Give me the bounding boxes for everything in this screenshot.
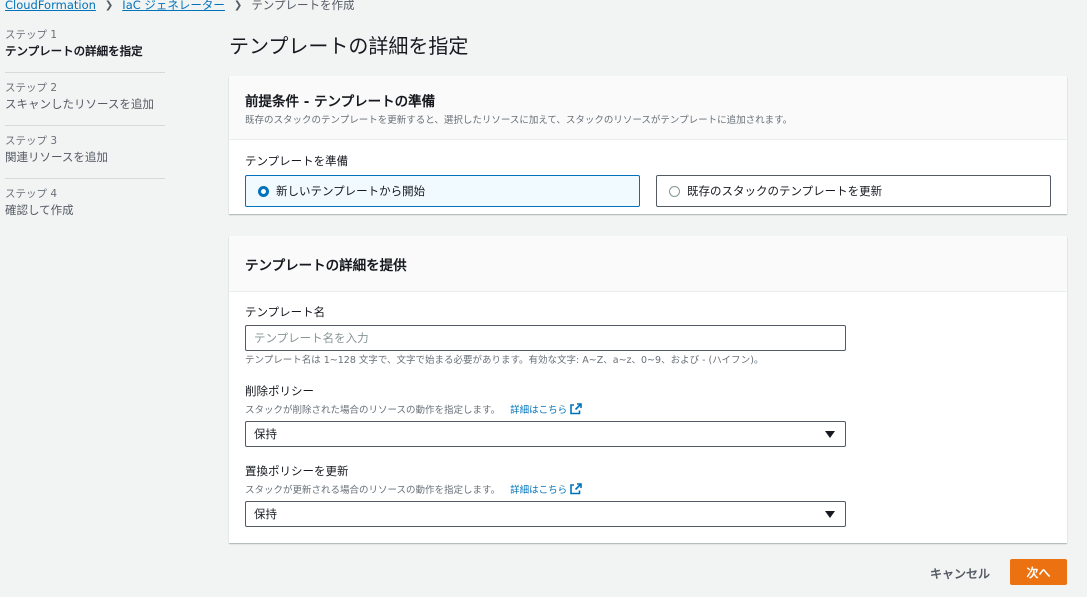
update-replace-policy-label: 置換ポリシーを更新 — [245, 464, 349, 478]
prerequisite-panel: 前提条件 - テンプレートの準備 既存のスタックのテンプレートを更新すると、選択… — [229, 76, 1067, 214]
chevron-right-icon: ❯ — [233, 0, 243, 11]
step-number: ステップ 4 — [5, 188, 58, 200]
template-details-panel: テンプレートの詳細を提供 テンプレート名 テンプレート名は 1~128 文字で、… — [229, 236, 1067, 543]
option-new-template[interactable]: 新しいテンプレートから開始 — [245, 175, 640, 207]
option-update-existing-stack[interactable]: 既存のスタックのテンプレートを更新 — [656, 175, 1051, 207]
step-number: ステップ 2 — [5, 82, 58, 94]
update-replace-policy-select[interactable]: 保持 — [245, 501, 846, 527]
step-1: ステップ 1 テンプレートの詳細を指定 — [5, 28, 165, 73]
chevron-right-icon: ❯ — [104, 0, 114, 11]
step-2: ステップ 2 スキャンしたリソースを追加 — [5, 81, 165, 126]
prepare-template-options: 新しいテンプレートから開始 既存のスタックのテンプレートを更新 — [245, 175, 1051, 207]
external-link-icon — [570, 483, 582, 495]
breadcrumb-cloudformation[interactable]: CloudFormation — [5, 0, 96, 12]
deletion-policy-learn-more-link[interactable]: 詳細はこちら — [510, 402, 582, 416]
step-3: ステップ 3 関連リソースを追加 — [5, 134, 165, 179]
template-name-input[interactable] — [245, 325, 846, 351]
panel-header: テンプレートの詳細を提供 — [229, 236, 1067, 292]
deletion-policy-select[interactable]: 保持 — [245, 421, 846, 447]
step-4: ステップ 4 確認して作成 — [5, 187, 165, 231]
caret-down-icon — [825, 430, 835, 438]
radio-selected-icon[interactable] — [258, 185, 269, 197]
panel-description: 既存のスタックのテンプレートを更新すると、選択したリソースに加えて、スタックのリ… — [245, 115, 793, 126]
panel-header: 前提条件 - テンプレートの準備 既存のスタックのテンプレートを更新すると、選択… — [229, 76, 1067, 140]
deletion-policy-label: 削除ポリシー — [245, 384, 314, 398]
option-label: 新しいテンプレートから開始 — [276, 184, 426, 198]
step-number: ステップ 1 — [5, 29, 58, 41]
select-value: 保持 — [254, 507, 277, 521]
cancel-button[interactable]: キャンセル — [916, 561, 1004, 585]
page-title: テンプレートの詳細を指定 — [229, 34, 469, 58]
template-name-label: テンプレート名 — [245, 305, 326, 319]
learn-more-text: 詳細はこちら — [510, 485, 568, 496]
step-title: 確認して作成 — [5, 203, 74, 217]
learn-more-text: 詳細はこちら — [510, 405, 568, 416]
prepare-template-label: テンプレートを準備 — [245, 154, 349, 168]
caret-down-icon — [825, 510, 835, 518]
step-title: テンプレートの詳細を指定 — [5, 44, 143, 58]
panel-title: 前提条件 - テンプレートの準備 — [245, 94, 436, 110]
step-title: 関連リソースを追加 — [5, 150, 108, 164]
select-value: 保持 — [254, 427, 277, 441]
next-button[interactable]: 次へ — [1010, 559, 1067, 585]
update-replace-learn-more-link[interactable]: 詳細はこちら — [510, 482, 582, 496]
external-link-icon — [570, 403, 582, 415]
breadcrumb-current: テンプレートを作成 — [251, 0, 355, 12]
template-name-hint: テンプレート名は 1~128 文字で、文字で始まる必要があります。有効な文字: … — [245, 355, 764, 366]
breadcrumb: CloudFormation ❯ IaC ジェネレーター ❯ テンプレートを作成 — [5, 0, 354, 14]
update-replace-desc-text: スタックが更新される場合のリソースの動作を指定します。 — [245, 485, 501, 496]
step-number: ステップ 3 — [5, 135, 58, 147]
panel-title: テンプレートの詳細を提供 — [245, 258, 407, 274]
deletion-policy-desc-text: スタックが削除された場合のリソースの動作を指定します。 — [245, 405, 501, 416]
update-replace-policy-description: スタックが更新される場合のリソースの動作を指定します。 詳細はこちら — [245, 482, 582, 496]
breadcrumb-iac-generator[interactable]: IaC ジェネレーター — [122, 0, 225, 13]
wizard-steps: ステップ 1 テンプレートの詳細を指定 ステップ 2 スキャンしたリソースを追加… — [5, 28, 165, 239]
step-title: スキャンしたリソースを追加 — [5, 97, 154, 111]
radio-unselected-icon[interactable] — [669, 185, 680, 197]
option-label: 既存のスタックのテンプレートを更新 — [687, 184, 883, 198]
deletion-policy-description: スタックが削除された場合のリソースの動作を指定します。 詳細はこちら — [245, 402, 582, 416]
